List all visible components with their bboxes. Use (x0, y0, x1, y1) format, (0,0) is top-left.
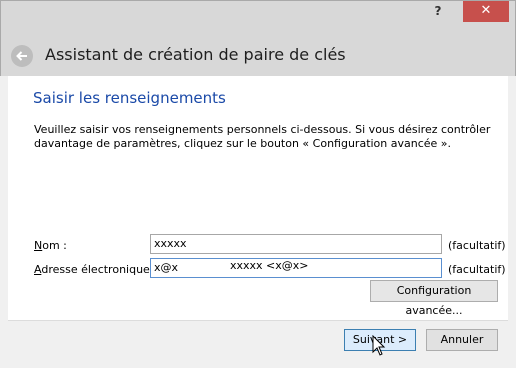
section-title: Saisir les renseignements (33, 89, 226, 107)
email-label-rest: dresse électronique : (41, 263, 158, 276)
wizard-title: Assistant de création de paire de clés (45, 45, 346, 64)
email-label: Adresse électronique : (34, 263, 157, 276)
title-bar: ? ✕ Assistant de création de paire de cl… (0, 0, 516, 76)
advanced-configuration-button[interactable]: Configuration avancée... (370, 280, 498, 317)
back-arrow-icon[interactable] (11, 45, 33, 67)
mouse-cursor-icon (372, 335, 386, 356)
content-panel: Saisir les renseignements Veuillez saisi… (8, 76, 508, 320)
identity-summary: xxxxx <x@x> (230, 259, 309, 272)
close-icon[interactable]: ✕ (463, 1, 509, 22)
key-pair-wizard-window: ? ✕ Assistant de création de paire de cl… (0, 0, 516, 368)
name-field[interactable]: xxxxx (150, 234, 442, 254)
help-icon[interactable]: ? (421, 1, 455, 22)
cancel-button[interactable]: Annuler (426, 329, 498, 351)
description-text: Veuillez saisir vos renseignements perso… (34, 123, 491, 150)
name-optional-label: (facultatif) (448, 239, 506, 252)
name-label-rest: om : (42, 239, 67, 252)
name-label-accesskey: N (34, 239, 43, 252)
email-optional-label: (facultatif) (448, 263, 506, 276)
footer-separator (8, 320, 508, 321)
name-label: Nom : (34, 239, 67, 252)
